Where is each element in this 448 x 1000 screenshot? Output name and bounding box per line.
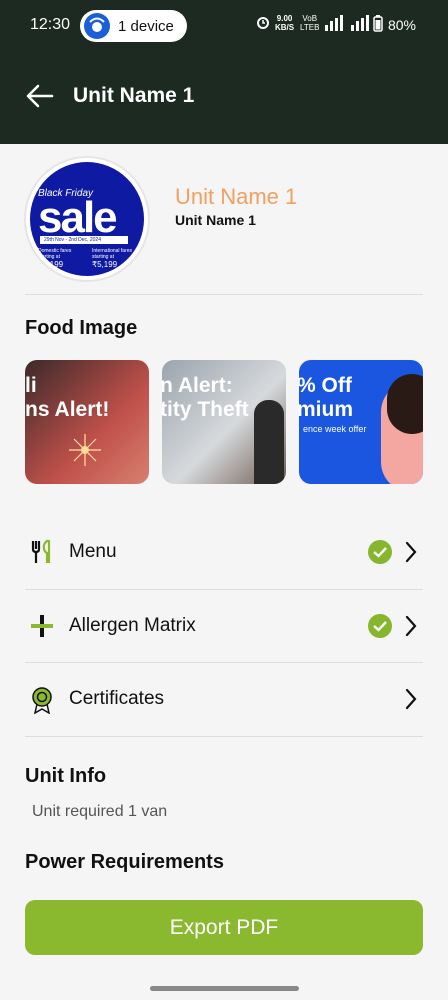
hotspot-icon — [84, 13, 110, 39]
export-pdf-label: Export PDF — [169, 916, 279, 939]
status-bar: 12:30 1 device 9.00 KB/S VoB LTEB 80% — [0, 0, 448, 52]
food-image-thumb[interactable]: li ns Alert! — [25, 360, 149, 484]
food-image-thumb[interactable]: % Off mium ence week offer — [299, 360, 423, 484]
divider — [25, 662, 423, 663]
unit-name-subheading: Unit Name 1 — [175, 212, 256, 228]
badge-icon — [29, 686, 55, 715]
status-time: 12:30 — [30, 16, 71, 33]
unit-name-heading: Unit Name 1 — [175, 184, 298, 209]
divider — [25, 589, 423, 590]
chevron-right-icon — [403, 686, 419, 712]
unit-avatar: Black Friday sale 29th Nov - 2nd Dec, 20… — [24, 156, 150, 282]
sparkle-icon — [69, 434, 101, 466]
device-pill-label: 1 device — [118, 18, 174, 35]
check-icon — [368, 614, 392, 638]
food-image-thumb[interactable]: n Alert: tity Theft — [162, 360, 286, 484]
page-title: Unit Name 1 — [73, 84, 195, 107]
thumb-text: li ns Alert! — [25, 374, 110, 421]
arrow-left-icon — [26, 84, 54, 108]
device-pill[interactable]: 1 device — [80, 10, 187, 42]
home-indicator[interactable] — [150, 986, 299, 991]
unit-info-text: Unit required 1 van — [32, 803, 168, 820]
net-type: VoB LTEB — [300, 14, 320, 32]
certificates-label: Certificates — [69, 688, 165, 709]
app-bar: Unit Name 1 — [0, 52, 448, 144]
allergen-matrix-label: Allergen Matrix — [69, 615, 196, 636]
divider — [25, 736, 423, 737]
chevron-right-icon — [403, 613, 419, 639]
allergen-matrix-row[interactable]: Allergen Matrix — [25, 591, 423, 661]
thumb-text: % Off mium — [299, 374, 354, 421]
food-image-title: Food Image — [25, 317, 138, 339]
unit-info-title: Unit Info — [25, 765, 107, 787]
export-pdf-button[interactable]: Export PDF — [25, 900, 423, 955]
hair-shape — [387, 374, 423, 434]
back-button[interactable] — [20, 76, 60, 116]
cutlery-icon — [29, 539, 55, 565]
divider — [25, 294, 423, 295]
chevron-right-icon — [403, 539, 419, 565]
alarm-icon — [256, 16, 270, 35]
avatar-image: Black Friday sale 29th Nov - 2nd Dec, 20… — [30, 162, 144, 276]
power-requirements-title: Power Requirements — [25, 851, 224, 873]
net-speed: 9.00 KB/S — [275, 14, 295, 32]
thumb-text: n Alert: tity Theft — [162, 374, 249, 421]
menu-label: Menu — [69, 541, 117, 562]
battery-icon — [373, 15, 383, 32]
battery-percent: 80% — [387, 17, 416, 33]
menu-row[interactable]: Menu — [25, 517, 423, 587]
plus-cross-icon — [29, 613, 55, 639]
person-figure — [254, 400, 284, 484]
signal-icon — [325, 15, 369, 31]
certificates-row[interactable]: Certificates — [25, 664, 423, 734]
check-icon — [368, 540, 392, 564]
thumb-subtext: ence week offer — [303, 424, 367, 434]
